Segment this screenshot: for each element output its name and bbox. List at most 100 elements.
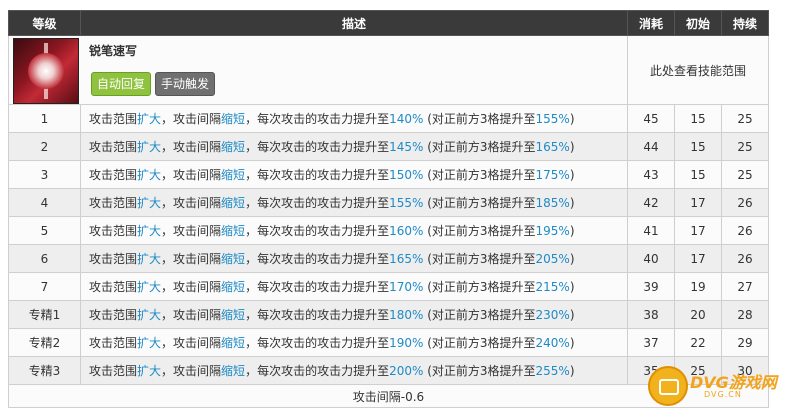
desc-highlight: 缩短 [221,280,246,294]
atk-value: 165% [389,252,424,266]
desc-text: ，每次攻击的攻击力提升至 [245,196,390,210]
duration-cell: 27 [721,272,769,301]
desc-text: ，每次攻击的攻击力提升至 [245,112,390,126]
table-row: 5 攻击范围扩大，攻击间隔缩短，每次攻击的攻击力提升至160% (对正前方3格提升… [8,216,769,245]
desc-text: (对正前方3格提升至 [423,140,536,154]
skill-range-link[interactable]: 此处查看技能范围 [627,35,769,105]
atk-value: 145% [389,140,424,154]
skill-panel: 锐笔速写 自动回复 手动触发 此处查看技能范围 等级 描述 消耗 初始 持续 1… [8,10,769,408]
front-value: 230% [535,308,570,322]
header-description: 描述 [80,10,628,36]
desc-highlight: 扩大 [137,224,162,238]
skill-name: 锐笔速写 [89,44,138,58]
cost-cell: 44 [627,132,675,161]
initial-cell: 19 [674,272,722,301]
desc-text: ，攻击间隔 [161,196,222,210]
atk-value: 150% [389,168,424,182]
initial-cell: 15 [674,132,722,161]
table-body: 1 攻击范围扩大，攻击间隔缩短，每次攻击的攻击力提升至140% (对正前方3格提升… [8,104,769,385]
level-cell: 4 [8,188,81,217]
desc-text: ，攻击间隔 [161,280,222,294]
atk-value: 160% [389,224,424,238]
desc-text: 攻击范围 [89,280,138,294]
atk-value: 200% [389,364,424,378]
desc-text: 攻击范围 [89,308,138,322]
desc-text: ，攻击间隔 [161,308,222,322]
desc-text: ，每次攻击的攻击力提升至 [245,308,390,322]
initial-cell: 15 [674,160,722,189]
initial-cell: 17 [674,244,722,273]
description-cell: 攻击范围扩大，攻击间隔缩短，每次攻击的攻击力提升至150% (对正前方3格提升至… [80,160,628,189]
cost-cell: 38 [627,300,675,329]
duration-cell: 25 [721,132,769,161]
desc-highlight: 缩短 [221,140,246,154]
desc-text: ，攻击间隔 [161,140,222,154]
desc-text: (对正前方3格提升至 [423,224,536,238]
desc-highlight: 缩短 [221,308,246,322]
table-row: 1 攻击范围扩大，攻击间隔缩短，每次攻击的攻击力提升至140% (对正前方3格提升… [8,104,769,133]
desc-text: ) [569,224,575,238]
description-cell: 攻击范围扩大，攻击间隔缩短，每次攻击的攻击力提升至170% (对正前方3格提升至… [80,272,628,301]
initial-cell: 22 [674,328,722,357]
front-value: 205% [535,252,570,266]
desc-text: ) [569,140,575,154]
desc-text: ) [569,112,575,126]
desc-text: ) [569,168,575,182]
level-cell: 1 [8,104,81,133]
duration-cell: 29 [721,328,769,357]
cost-cell: 37 [627,328,675,357]
desc-highlight: 缩短 [221,112,246,126]
level-cell: 5 [8,216,81,245]
front-value: 155% [535,112,570,126]
desc-text: (对正前方3格提升至 [423,112,536,126]
desc-text: 攻击范围 [89,224,138,238]
duration-cell: 26 [721,244,769,273]
atk-value: 180% [389,308,424,322]
desc-text: ，攻击间隔 [161,252,222,266]
table-row: 7 攻击范围扩大，攻击间隔缩短，每次攻击的攻击力提升至170% (对正前方3格提升… [8,272,769,301]
tag-manual-trigger: 手动触发 [155,72,216,96]
desc-text: ，每次攻击的攻击力提升至 [245,252,390,266]
atk-value: 140% [389,112,424,126]
front-value: 185% [535,196,570,210]
desc-text: 攻击范围 [89,168,138,182]
description-cell: 攻击范围扩大，攻击间隔缩短，每次攻击的攻击力提升至145% (对正前方3格提升至… [80,132,628,161]
desc-text: ，攻击间隔 [161,224,222,238]
desc-text: ，攻击间隔 [161,336,222,350]
desc-text: ) [569,280,575,294]
tag-auto-recovery: 自动回复 [91,72,152,96]
duration-cell: 25 [721,160,769,189]
atk-value: 190% [389,336,424,350]
table-row: 6 攻击范围扩大，攻击间隔缩短，每次攻击的攻击力提升至165% (对正前方3格提升… [8,244,769,273]
desc-highlight: 缩短 [221,364,246,378]
duration-cell: 26 [721,188,769,217]
header-cost: 消耗 [627,10,675,36]
cost-cell: 42 [627,188,675,217]
level-cell: 专精1 [8,300,81,329]
skill-icon [13,38,79,104]
desc-text: ) [569,196,575,210]
header-level: 等级 [8,10,81,36]
desc-text: ) [569,252,575,266]
atk-value: 170% [389,280,424,294]
level-cell: 专精2 [8,328,81,357]
desc-highlight: 扩大 [137,252,162,266]
desc-text: (对正前方3格提升至 [423,336,536,350]
duration-cell: 26 [721,216,769,245]
table-header-row: 等级 描述 消耗 初始 持续 [8,10,769,36]
desc-text: (对正前方3格提升至 [423,364,536,378]
desc-text: (对正前方3格提升至 [423,308,536,322]
skill-info-cell: 锐笔速写 自动回复 手动触发 [8,35,628,105]
desc-highlight: 扩大 [137,112,162,126]
desc-text: ，每次攻击的攻击力提升至 [245,224,390,238]
front-value: 215% [535,280,570,294]
desc-highlight: 扩大 [137,364,162,378]
header-initial: 初始 [674,10,722,36]
level-cell: 2 [8,132,81,161]
desc-highlight: 扩大 [137,280,162,294]
cost-cell: 41 [627,216,675,245]
desc-text: ) [569,336,575,350]
initial-cell: 20 [674,300,722,329]
description-cell: 攻击范围扩大，攻击间隔缩短，每次攻击的攻击力提升至140% (对正前方3格提升至… [80,104,628,133]
desc-highlight: 扩大 [137,336,162,350]
